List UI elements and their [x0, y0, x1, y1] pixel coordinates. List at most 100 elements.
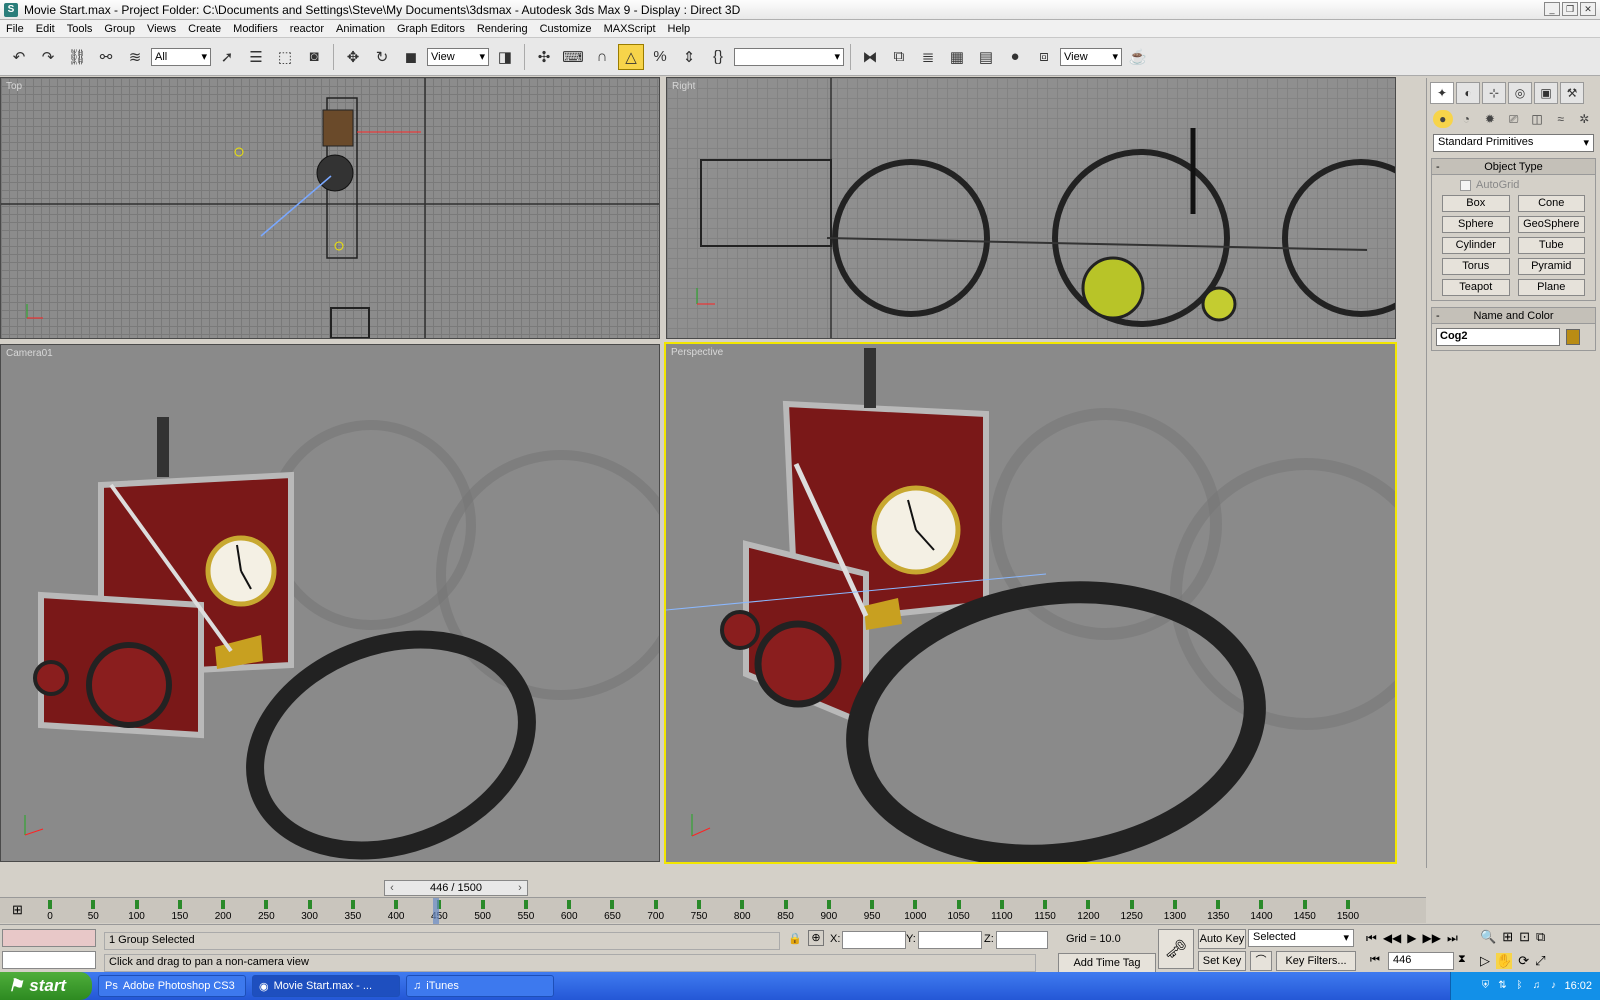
time-slider[interactable]: ‹ 446 / 1500 › [384, 880, 528, 896]
viewport-perspective[interactable]: Perspective [664, 342, 1397, 864]
start-button[interactable]: ⚑ start [0, 972, 92, 1000]
set-key-large-icon[interactable]: 🗝 [1158, 929, 1194, 969]
primitive-category-dropdown[interactable]: Standard Primitives ▾ [1433, 134, 1594, 152]
keyframe-marker[interactable] [610, 900, 615, 909]
hierarchy-tab-icon[interactable]: ⊹ [1482, 82, 1506, 104]
viewport-camera[interactable]: Camera01 [0, 344, 660, 862]
keyframe-marker[interactable] [826, 900, 831, 909]
helpers-icon[interactable]: ◫ [1527, 110, 1547, 128]
keyframe-marker[interactable] [1346, 900, 1350, 909]
previous-key-icon[interactable]: ◀◀ [1383, 931, 1401, 946]
percent-snap-icon[interactable]: % [647, 44, 673, 70]
autogrid-checkbox[interactable]: AutoGrid [1436, 179, 1591, 191]
bluetooth-icon[interactable]: ᛒ [1513, 980, 1525, 992]
window-crossing-icon[interactable]: ◙ [301, 44, 327, 70]
viewport-top[interactable]: Top [0, 77, 660, 339]
keyframe-marker[interactable] [999, 900, 1004, 909]
keyframe-marker[interactable] [1216, 900, 1221, 909]
motion-tab-icon[interactable]: ◎ [1508, 82, 1532, 104]
sphere-button[interactable]: Sphere [1442, 216, 1510, 233]
menu-animation[interactable]: Animation [330, 23, 391, 35]
prev-frame-icon[interactable]: ‹ [385, 882, 399, 894]
play-icon[interactable]: ▶ [1407, 931, 1416, 946]
keyframe-marker[interactable] [1172, 900, 1177, 909]
angle-snap-icon[interactable]: △ [618, 43, 644, 70]
display-tab-icon[interactable]: ▣ [1534, 82, 1558, 104]
field-of-view-icon[interactable]: ▷ [1480, 953, 1490, 969]
torus-button[interactable]: Torus [1442, 258, 1510, 275]
key-mode-toggle-icon[interactable]: ⏮ [1370, 954, 1380, 967]
maximize-viewport-icon[interactable]: ⤢ [1535, 953, 1545, 969]
keyframe-marker[interactable] [913, 900, 918, 909]
auto-key-button[interactable]: Auto Key [1198, 929, 1246, 949]
keyframe-marker[interactable] [697, 900, 701, 909]
keyframe-marker[interactable] [48, 900, 52, 909]
select-object-icon[interactable]: ➚ [214, 44, 240, 70]
lock-selection-icon[interactable]: 🔒 [788, 932, 802, 945]
keyframe-marker[interactable] [1302, 900, 1307, 909]
box-button[interactable]: Box [1442, 195, 1510, 212]
cone-button[interactable]: Cone [1517, 195, 1585, 212]
cameras-icon[interactable]: ⎚ [1504, 110, 1524, 128]
schematic-view-icon[interactable]: ▤ [973, 44, 999, 70]
utilities-tab-icon[interactable]: ⚒ [1560, 82, 1584, 104]
render-scene-icon[interactable]: ⧈ [1031, 44, 1057, 70]
menu-create[interactable]: Create [182, 23, 227, 35]
redo-icon[interactable]: ↷ [35, 44, 61, 70]
keyframe-marker[interactable] [523, 900, 528, 909]
track-bar[interactable]: ⊞ 0 50 100 150 200 250 300 350 400 450 500 550 600 65… [0, 897, 1426, 924]
keyframe-marker[interactable] [740, 900, 745, 909]
move-icon[interactable]: ✥ [340, 44, 366, 70]
rectangle-selection-icon[interactable]: ⬚ [272, 44, 298, 70]
keyframe-marker[interactable] [783, 900, 788, 909]
keyframe-marker[interactable] [956, 900, 961, 909]
menu-edit[interactable]: Edit [30, 23, 61, 35]
close-button[interactable]: ✕ [1580, 2, 1596, 16]
scale-icon[interactable]: ◼ [398, 44, 424, 70]
object-color-swatch[interactable] [1566, 329, 1580, 345]
menu-modifiers[interactable]: Modifiers [227, 23, 284, 35]
teapot-button[interactable]: Teapot [1442, 279, 1510, 296]
render-type-dropdown[interactable]: View ▾ [1060, 47, 1122, 66]
keyframe-marker[interactable] [567, 900, 572, 909]
tube-button[interactable]: Tube [1517, 237, 1585, 254]
pivot-center-icon[interactable]: ◨ [492, 44, 518, 70]
plane-button[interactable]: Plane [1517, 279, 1585, 296]
select-by-name-icon[interactable]: ☰ [243, 44, 269, 70]
network-icon[interactable]: ⇅ [1496, 980, 1508, 992]
menu-rendering[interactable]: Rendering [471, 23, 534, 35]
pan-icon[interactable]: ✋ [1496, 953, 1513, 969]
keyboard-shortcut-override-icon[interactable]: ⌨ [560, 44, 586, 70]
menu-tools[interactable]: Tools [61, 23, 99, 35]
snaps-toggle-icon[interactable]: ∩ [589, 44, 615, 70]
maxscript-mini-listener-field[interactable] [2, 951, 96, 969]
menu-graph-editors[interactable]: Graph Editors [391, 23, 471, 35]
arc-rotate-icon[interactable]: ⟳ [1518, 953, 1529, 969]
zoom-extents-icon[interactable]: ⊡ [1519, 929, 1530, 945]
geosphere-button[interactable]: GeoSphere [1517, 216, 1585, 233]
keyframe-marker[interactable] [177, 900, 182, 909]
undo-icon[interactable]: ↶ [6, 44, 32, 70]
keyframe-marker[interactable] [480, 900, 485, 909]
keyframe-marker[interactable] [350, 900, 355, 909]
go-to-end-icon[interactable]: ⏭ [1447, 931, 1458, 946]
add-time-tag-button[interactable]: Add Time Tag [1058, 953, 1156, 973]
current-time-marker[interactable] [432, 898, 439, 924]
itunes-tray-icon[interactable]: ♫ [1530, 980, 1542, 992]
layer-manager-icon[interactable]: ≣ [915, 44, 941, 70]
named-selection-dropdown[interactable]: ▾ [734, 47, 844, 66]
bind-space-warp-icon[interactable]: ≋ [122, 44, 148, 70]
key-mode-dropdown[interactable]: Selected ▾ [1248, 929, 1354, 947]
time-configuration-icon[interactable]: ⧗ [1458, 953, 1466, 966]
edit-named-selections-icon[interactable]: {} [705, 44, 731, 70]
default-in-out-tangent-icon[interactable]: ⌒ [1250, 951, 1272, 971]
keyframe-marker[interactable] [1043, 900, 1048, 909]
select-manipulate-icon[interactable]: ✣ [531, 44, 557, 70]
unlink-icon[interactable]: ⚯ [93, 44, 119, 70]
zoom-icon[interactable]: 🔍 [1480, 929, 1496, 945]
select-and-link-icon[interactable]: ⛓ [64, 44, 90, 70]
next-frame-icon[interactable]: › [513, 882, 527, 894]
go-to-start-icon[interactable]: ⏮ [1366, 931, 1377, 946]
restore-button[interactable]: ❐ [1562, 2, 1578, 16]
viewport-right[interactable]: Right [666, 77, 1396, 339]
